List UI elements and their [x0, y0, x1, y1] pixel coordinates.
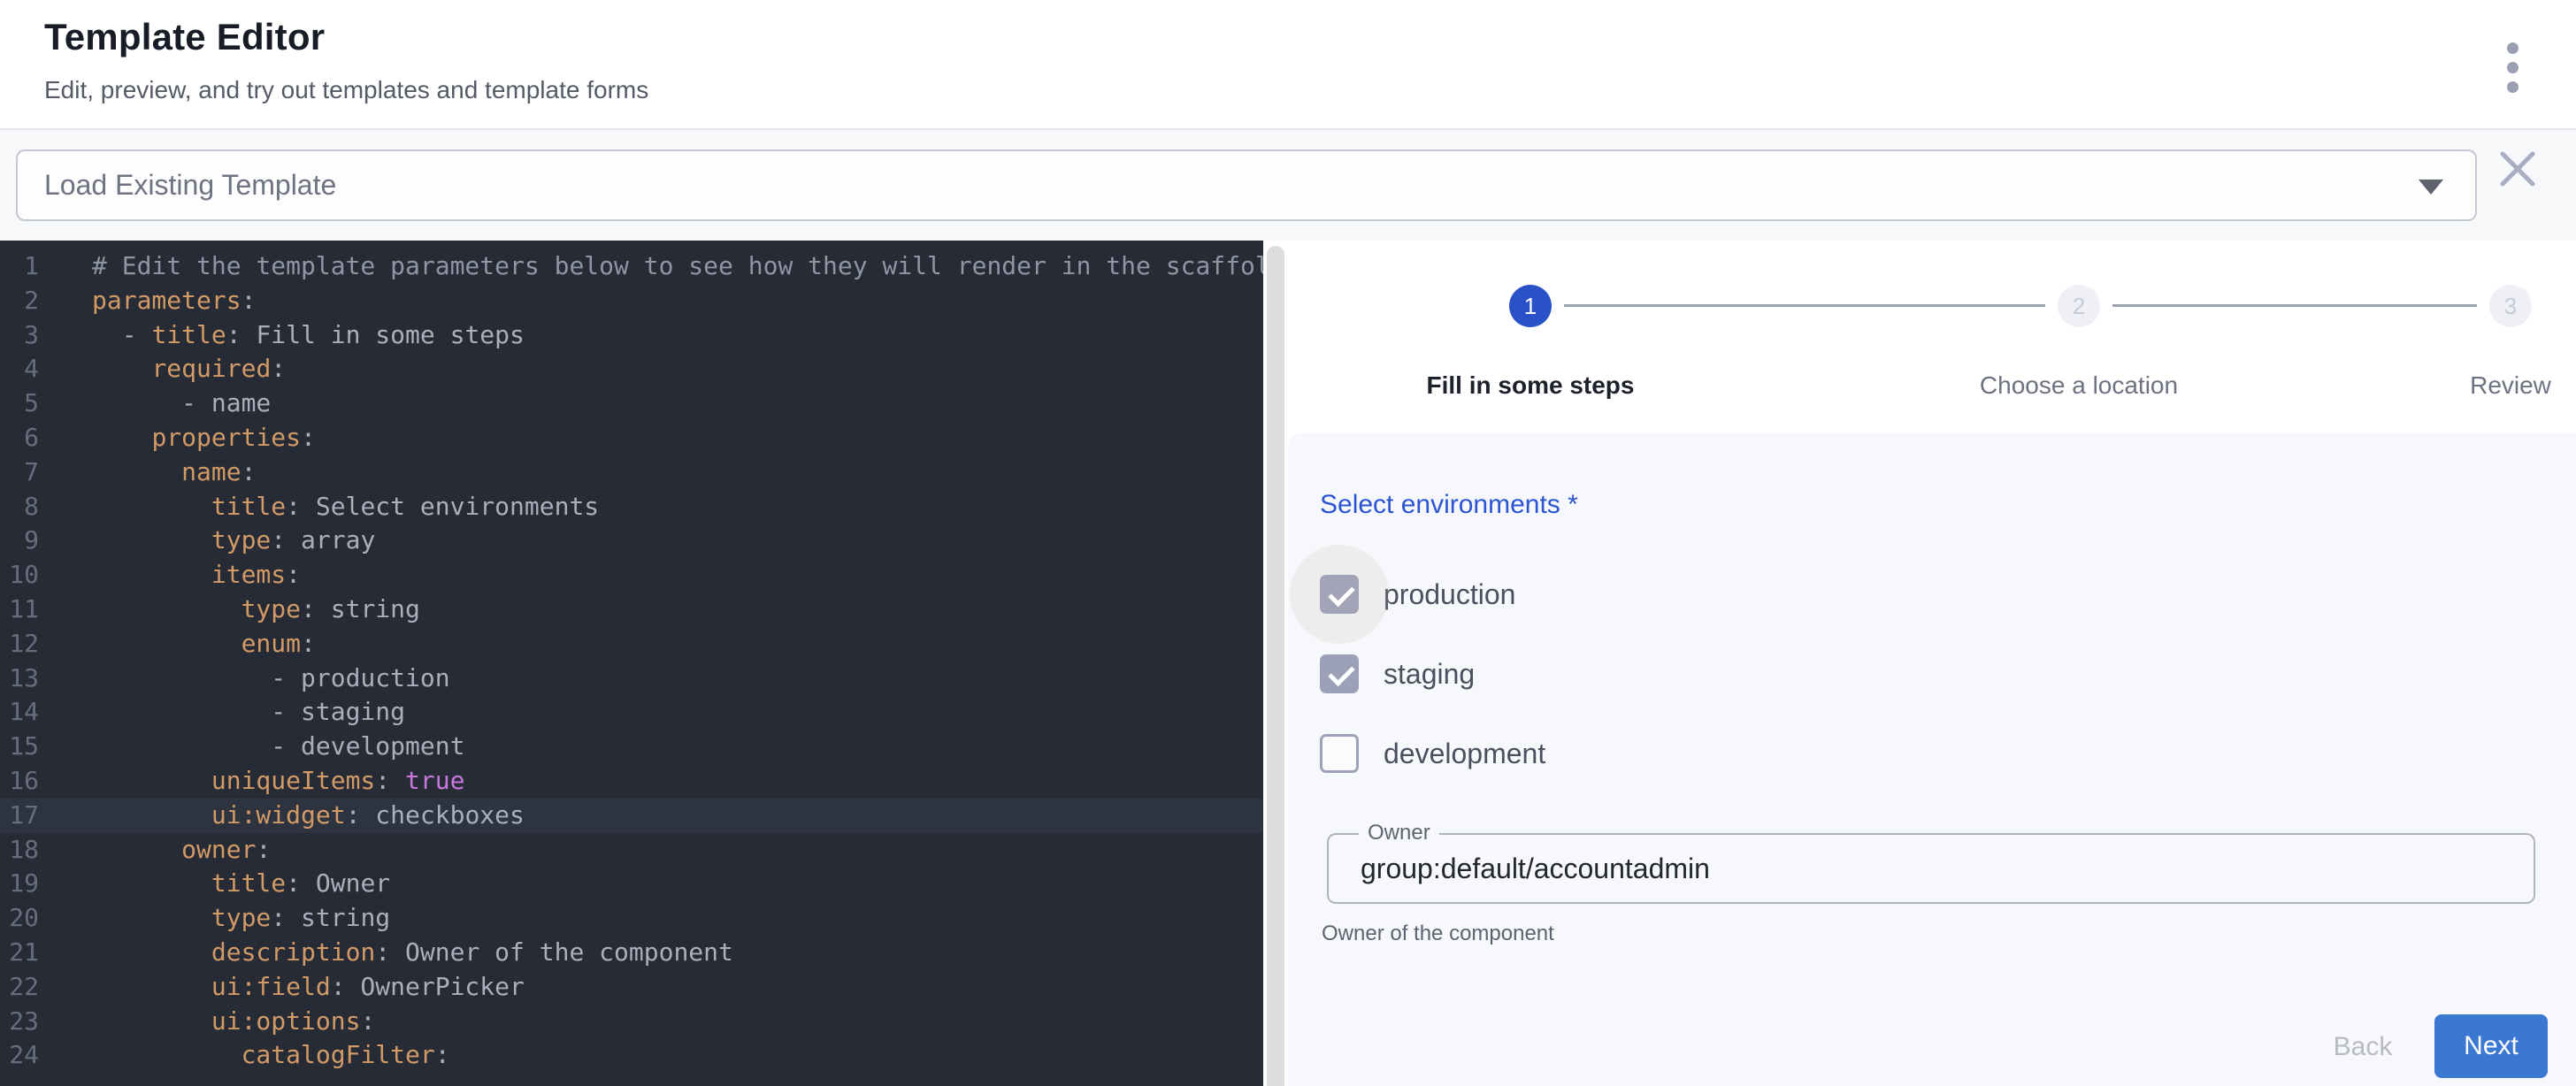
- code-line: 10 items:: [0, 558, 1263, 593]
- kebab-dot-icon: [2507, 81, 2518, 93]
- checkbox-icon[interactable]: [1320, 734, 1359, 773]
- page-title: Template Editor: [44, 16, 325, 58]
- template-form-panel: 1 2 3 Fill in some steps Choose a locati…: [1288, 241, 2576, 1086]
- code-line: 22 ui:field: OwnerPicker: [0, 970, 1263, 1005]
- line-number: 4: [0, 352, 39, 386]
- main-split: 1# Edit the template parameters below to…: [0, 241, 2576, 1086]
- load-existing-template-select[interactable]: Load Existing Template: [16, 149, 2477, 221]
- code-line: 17 ui:widget: checkboxes: [0, 799, 1263, 833]
- checkbox-icon[interactable]: [1320, 654, 1359, 693]
- line-number: 23: [0, 1005, 39, 1039]
- environments-label: Select environments *: [1320, 490, 1578, 520]
- page-subtitle: Edit, preview, and try out templates and…: [44, 76, 648, 104]
- line-number: 3: [0, 318, 39, 353]
- owner-input[interactable]: [1361, 835, 2502, 902]
- code-line: 2parameters:: [0, 284, 1263, 318]
- code-line: 23 ui:options:: [0, 1005, 1263, 1039]
- kebab-menu-button[interactable]: [2488, 39, 2537, 96]
- close-button[interactable]: [2493, 144, 2542, 194]
- line-number: 7: [0, 455, 39, 490]
- line-number: 11: [0, 593, 39, 627]
- env-checkbox-row-staging[interactable]: staging: [1320, 653, 1475, 695]
- env-checkbox-row-production[interactable]: production: [1320, 573, 1515, 616]
- code-line: 7 name:: [0, 455, 1263, 490]
- required-marker: *: [1560, 490, 1578, 519]
- line-number: 24: [0, 1038, 39, 1073]
- line-number: 2: [0, 284, 39, 318]
- step-label-1: Fill in some steps: [1353, 371, 1707, 400]
- kebab-dot-icon: [2507, 42, 2518, 54]
- step-connector: [2112, 304, 2477, 307]
- checkbox-label: development: [1384, 738, 1545, 770]
- line-number: 20: [0, 901, 39, 936]
- pane-divider-handle[interactable]: [1267, 246, 1284, 1086]
- chevron-down-icon: [2419, 180, 2443, 195]
- env-checkbox-row-development[interactable]: development: [1320, 732, 1545, 775]
- step-connector: [1564, 304, 2045, 307]
- step-circle-2[interactable]: 2: [2058, 285, 2100, 327]
- code-line: 14 - staging: [0, 695, 1263, 730]
- code-lines: 1# Edit the template parameters below to…: [0, 241, 1263, 1073]
- code-line: 13 - production: [0, 662, 1263, 696]
- code-line: 21 description: Owner of the component: [0, 936, 1263, 970]
- line-number: 21: [0, 936, 39, 970]
- line-number: 22: [0, 970, 39, 1005]
- line-number: 14: [0, 695, 39, 730]
- line-number: 8: [0, 490, 39, 524]
- owner-helper-text: Owner of the component: [1322, 922, 1554, 946]
- code-editor[interactable]: 1# Edit the template parameters below to…: [0, 241, 1263, 1086]
- form-card: Select environments * production staging…: [1288, 433, 2576, 1086]
- code-line: 15 - development: [0, 730, 1263, 764]
- line-number: 15: [0, 730, 39, 764]
- line-number: 19: [0, 867, 39, 901]
- code-line: 1# Edit the template parameters below to…: [0, 249, 1263, 284]
- code-line: 9 type: array: [0, 524, 1263, 558]
- kebab-dot-icon: [2507, 62, 2518, 73]
- code-line: 6 properties:: [0, 421, 1263, 455]
- next-button[interactable]: Next: [2434, 1014, 2548, 1078]
- line-number: 5: [0, 386, 39, 421]
- step-label-3: Review: [2334, 371, 2576, 400]
- code-line: 4 required:: [0, 352, 1263, 386]
- code-line: 8 title: Select environments: [0, 490, 1263, 524]
- code-line: 12 enum:: [0, 627, 1263, 662]
- checkbox-icon[interactable]: [1320, 575, 1359, 614]
- line-number: 10: [0, 558, 39, 593]
- line-number: 16: [0, 764, 39, 799]
- load-existing-template-value: Load Existing Template: [44, 169, 336, 202]
- line-number: 9: [0, 524, 39, 558]
- code-line: 3 - title: Fill in some steps: [0, 318, 1263, 353]
- owner-field[interactable]: Owner: [1327, 833, 2535, 904]
- line-number: 17: [0, 799, 39, 833]
- step-circle-1[interactable]: 1: [1509, 285, 1552, 327]
- line-number: 13: [0, 662, 39, 696]
- checkbox-label: production: [1384, 578, 1515, 611]
- stepper: 1 2 3 Fill in some steps Choose a locati…: [1288, 241, 2576, 433]
- code-line: 19 title: Owner: [0, 867, 1263, 901]
- line-number: 12: [0, 627, 39, 662]
- code-line: 24 catalogFilter:: [0, 1038, 1263, 1073]
- close-icon: [2498, 149, 2537, 188]
- line-number: 6: [0, 421, 39, 455]
- line-number: 18: [0, 833, 39, 868]
- step-circle-3[interactable]: 3: [2489, 285, 2532, 327]
- back-button[interactable]: Back: [2305, 1021, 2420, 1074]
- template-toolbar: Load Existing Template: [0, 128, 2576, 241]
- page-header: Template Editor Edit, preview, and try o…: [0, 0, 2576, 128]
- step-label-2: Choose a location: [1902, 371, 2256, 400]
- code-line: 5 - name: [0, 386, 1263, 421]
- code-line: 20 type: string: [0, 901, 1263, 936]
- checkbox-label: staging: [1384, 658, 1475, 691]
- code-line: 18 owner:: [0, 833, 1263, 868]
- line-number: 1: [0, 249, 39, 284]
- code-line: 11 type: string: [0, 593, 1263, 627]
- code-line: 16 uniqueItems: true: [0, 764, 1263, 799]
